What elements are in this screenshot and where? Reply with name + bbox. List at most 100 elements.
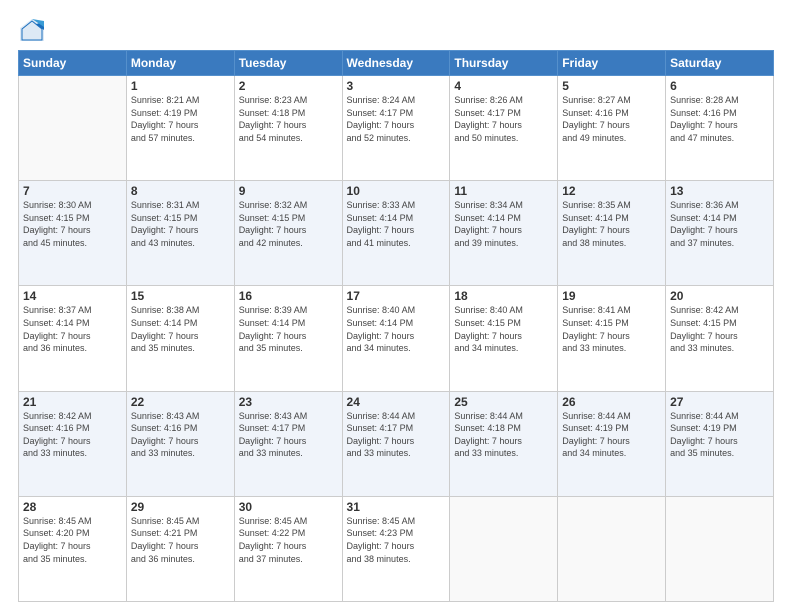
week-row-1: 1Sunrise: 8:21 AM Sunset: 4:19 PM Daylig… — [19, 76, 774, 181]
day-number: 5 — [562, 79, 661, 93]
weekday-wednesday: Wednesday — [342, 51, 450, 76]
day-number: 19 — [562, 289, 661, 303]
day-number: 1 — [131, 79, 230, 93]
day-number: 10 — [347, 184, 446, 198]
day-number: 12 — [562, 184, 661, 198]
day-number: 25 — [454, 395, 553, 409]
weekday-thursday: Thursday — [450, 51, 558, 76]
day-info: Sunrise: 8:44 AM Sunset: 4:17 PM Dayligh… — [347, 410, 446, 460]
day-info: Sunrise: 8:44 AM Sunset: 4:19 PM Dayligh… — [562, 410, 661, 460]
logo — [18, 16, 50, 44]
calendar-table: SundayMondayTuesdayWednesdayThursdayFrid… — [18, 50, 774, 602]
calendar-cell: 1Sunrise: 8:21 AM Sunset: 4:19 PM Daylig… — [126, 76, 234, 181]
day-info: Sunrise: 8:45 AM Sunset: 4:21 PM Dayligh… — [131, 515, 230, 565]
logo-icon — [18, 16, 46, 44]
day-info: Sunrise: 8:40 AM Sunset: 4:14 PM Dayligh… — [347, 304, 446, 354]
day-number: 31 — [347, 500, 446, 514]
weekday-friday: Friday — [558, 51, 666, 76]
day-number: 9 — [239, 184, 338, 198]
day-info: Sunrise: 8:32 AM Sunset: 4:15 PM Dayligh… — [239, 199, 338, 249]
header — [18, 16, 774, 44]
calendar-cell: 16Sunrise: 8:39 AM Sunset: 4:14 PM Dayli… — [234, 286, 342, 391]
day-info: Sunrise: 8:45 AM Sunset: 4:22 PM Dayligh… — [239, 515, 338, 565]
calendar-cell: 17Sunrise: 8:40 AM Sunset: 4:14 PM Dayli… — [342, 286, 450, 391]
day-info: Sunrise: 8:21 AM Sunset: 4:19 PM Dayligh… — [131, 94, 230, 144]
calendar-cell: 8Sunrise: 8:31 AM Sunset: 4:15 PM Daylig… — [126, 181, 234, 286]
day-info: Sunrise: 8:33 AM Sunset: 4:14 PM Dayligh… — [347, 199, 446, 249]
calendar-cell: 30Sunrise: 8:45 AM Sunset: 4:22 PM Dayli… — [234, 496, 342, 601]
calendar-cell: 13Sunrise: 8:36 AM Sunset: 4:14 PM Dayli… — [666, 181, 774, 286]
day-number: 28 — [23, 500, 122, 514]
calendar-cell: 24Sunrise: 8:44 AM Sunset: 4:17 PM Dayli… — [342, 391, 450, 496]
calendar-cell — [558, 496, 666, 601]
page: SundayMondayTuesdayWednesdayThursdayFrid… — [0, 0, 792, 612]
day-info: Sunrise: 8:27 AM Sunset: 4:16 PM Dayligh… — [562, 94, 661, 144]
calendar-cell — [19, 76, 127, 181]
day-info: Sunrise: 8:36 AM Sunset: 4:14 PM Dayligh… — [670, 199, 769, 249]
day-info: Sunrise: 8:24 AM Sunset: 4:17 PM Dayligh… — [347, 94, 446, 144]
calendar-cell — [666, 496, 774, 601]
day-number: 30 — [239, 500, 338, 514]
day-number: 7 — [23, 184, 122, 198]
day-info: Sunrise: 8:38 AM Sunset: 4:14 PM Dayligh… — [131, 304, 230, 354]
weekday-sunday: Sunday — [19, 51, 127, 76]
calendar-cell: 12Sunrise: 8:35 AM Sunset: 4:14 PM Dayli… — [558, 181, 666, 286]
calendar-cell — [450, 496, 558, 601]
day-number: 13 — [670, 184, 769, 198]
weekday-header-row: SundayMondayTuesdayWednesdayThursdayFrid… — [19, 51, 774, 76]
day-info: Sunrise: 8:39 AM Sunset: 4:14 PM Dayligh… — [239, 304, 338, 354]
day-number: 29 — [131, 500, 230, 514]
day-info: Sunrise: 8:43 AM Sunset: 4:16 PM Dayligh… — [131, 410, 230, 460]
day-number: 27 — [670, 395, 769, 409]
calendar-cell: 4Sunrise: 8:26 AM Sunset: 4:17 PM Daylig… — [450, 76, 558, 181]
calendar-cell: 31Sunrise: 8:45 AM Sunset: 4:23 PM Dayli… — [342, 496, 450, 601]
calendar-cell: 23Sunrise: 8:43 AM Sunset: 4:17 PM Dayli… — [234, 391, 342, 496]
day-info: Sunrise: 8:34 AM Sunset: 4:14 PM Dayligh… — [454, 199, 553, 249]
day-number: 15 — [131, 289, 230, 303]
calendar-cell: 11Sunrise: 8:34 AM Sunset: 4:14 PM Dayli… — [450, 181, 558, 286]
day-info: Sunrise: 8:40 AM Sunset: 4:15 PM Dayligh… — [454, 304, 553, 354]
day-info: Sunrise: 8:26 AM Sunset: 4:17 PM Dayligh… — [454, 94, 553, 144]
calendar-cell: 15Sunrise: 8:38 AM Sunset: 4:14 PM Dayli… — [126, 286, 234, 391]
day-info: Sunrise: 8:44 AM Sunset: 4:19 PM Dayligh… — [670, 410, 769, 460]
weekday-saturday: Saturday — [666, 51, 774, 76]
calendar-cell: 7Sunrise: 8:30 AM Sunset: 4:15 PM Daylig… — [19, 181, 127, 286]
day-info: Sunrise: 8:44 AM Sunset: 4:18 PM Dayligh… — [454, 410, 553, 460]
calendar-cell: 2Sunrise: 8:23 AM Sunset: 4:18 PM Daylig… — [234, 76, 342, 181]
day-info: Sunrise: 8:42 AM Sunset: 4:15 PM Dayligh… — [670, 304, 769, 354]
calendar-cell: 19Sunrise: 8:41 AM Sunset: 4:15 PM Dayli… — [558, 286, 666, 391]
calendar-cell: 26Sunrise: 8:44 AM Sunset: 4:19 PM Dayli… — [558, 391, 666, 496]
day-info: Sunrise: 8:45 AM Sunset: 4:20 PM Dayligh… — [23, 515, 122, 565]
calendar-cell: 21Sunrise: 8:42 AM Sunset: 4:16 PM Dayli… — [19, 391, 127, 496]
day-info: Sunrise: 8:42 AM Sunset: 4:16 PM Dayligh… — [23, 410, 122, 460]
weekday-monday: Monday — [126, 51, 234, 76]
day-number: 23 — [239, 395, 338, 409]
day-number: 18 — [454, 289, 553, 303]
day-info: Sunrise: 8:23 AM Sunset: 4:18 PM Dayligh… — [239, 94, 338, 144]
calendar-cell: 22Sunrise: 8:43 AM Sunset: 4:16 PM Dayli… — [126, 391, 234, 496]
day-number: 11 — [454, 184, 553, 198]
weekday-tuesday: Tuesday — [234, 51, 342, 76]
week-row-5: 28Sunrise: 8:45 AM Sunset: 4:20 PM Dayli… — [19, 496, 774, 601]
day-number: 14 — [23, 289, 122, 303]
day-number: 3 — [347, 79, 446, 93]
day-info: Sunrise: 8:41 AM Sunset: 4:15 PM Dayligh… — [562, 304, 661, 354]
day-number: 8 — [131, 184, 230, 198]
calendar-cell: 27Sunrise: 8:44 AM Sunset: 4:19 PM Dayli… — [666, 391, 774, 496]
calendar-cell: 25Sunrise: 8:44 AM Sunset: 4:18 PM Dayli… — [450, 391, 558, 496]
day-number: 2 — [239, 79, 338, 93]
day-number: 20 — [670, 289, 769, 303]
day-number: 24 — [347, 395, 446, 409]
calendar-cell: 10Sunrise: 8:33 AM Sunset: 4:14 PM Dayli… — [342, 181, 450, 286]
calendar-cell: 20Sunrise: 8:42 AM Sunset: 4:15 PM Dayli… — [666, 286, 774, 391]
calendar-cell: 5Sunrise: 8:27 AM Sunset: 4:16 PM Daylig… — [558, 76, 666, 181]
day-info: Sunrise: 8:45 AM Sunset: 4:23 PM Dayligh… — [347, 515, 446, 565]
day-info: Sunrise: 8:43 AM Sunset: 4:17 PM Dayligh… — [239, 410, 338, 460]
calendar-cell: 18Sunrise: 8:40 AM Sunset: 4:15 PM Dayli… — [450, 286, 558, 391]
calendar-cell: 3Sunrise: 8:24 AM Sunset: 4:17 PM Daylig… — [342, 76, 450, 181]
day-info: Sunrise: 8:37 AM Sunset: 4:14 PM Dayligh… — [23, 304, 122, 354]
day-info: Sunrise: 8:30 AM Sunset: 4:15 PM Dayligh… — [23, 199, 122, 249]
calendar-cell: 6Sunrise: 8:28 AM Sunset: 4:16 PM Daylig… — [666, 76, 774, 181]
day-number: 21 — [23, 395, 122, 409]
day-number: 6 — [670, 79, 769, 93]
